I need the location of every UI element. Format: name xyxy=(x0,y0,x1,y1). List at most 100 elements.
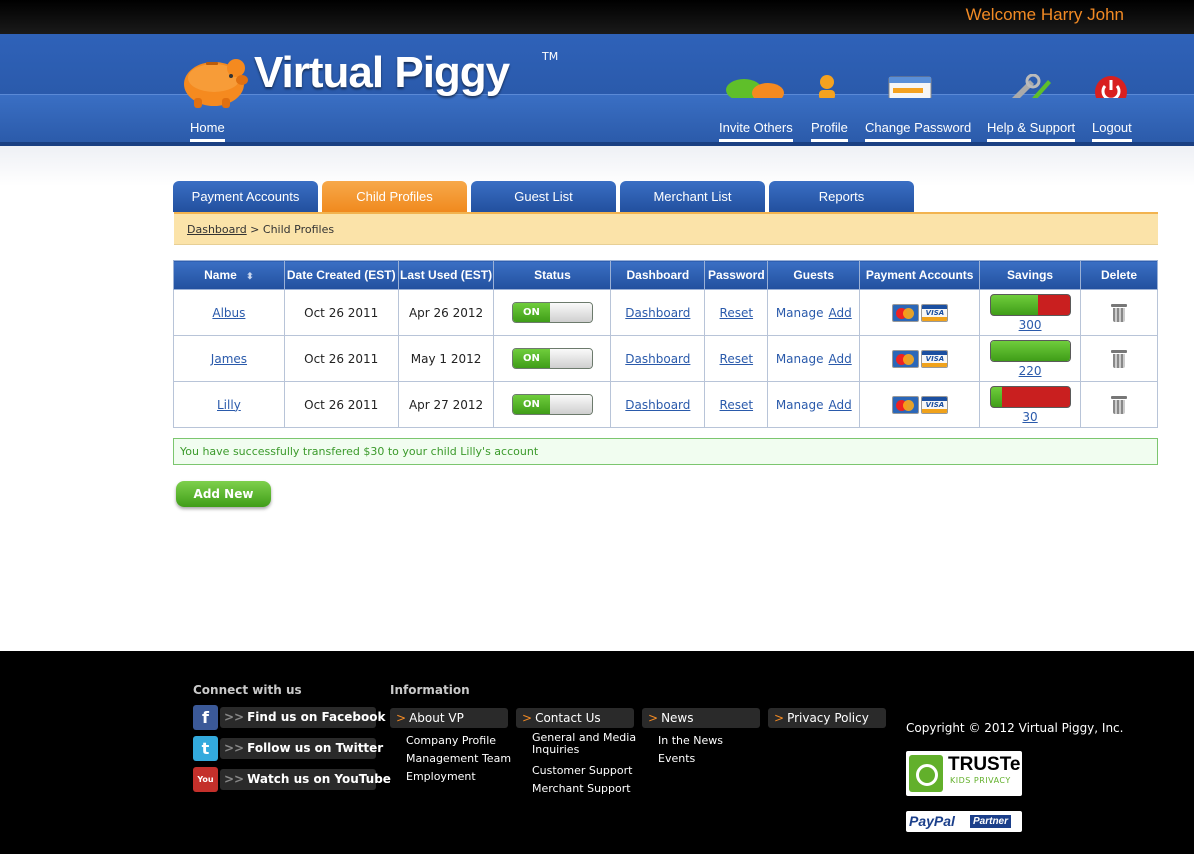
footer-info-heading[interactable]: > Privacy Policy xyxy=(768,708,886,728)
breadcrumb: Dashboard > Child Profiles xyxy=(174,212,1158,245)
child-name-link[interactable]: Lilly xyxy=(217,398,241,412)
facebook-icon[interactable]: f xyxy=(193,705,218,730)
header-dashboard: Dashboard xyxy=(610,260,706,290)
mastercard-icon[interactable] xyxy=(891,395,919,414)
footer-sublink[interactable]: Management Team xyxy=(406,750,511,768)
truste-badge[interactable]: TRUSTe KIDS PRIVACY xyxy=(906,751,1022,796)
social-link[interactable]: t >> Follow us on Twitter xyxy=(193,736,383,761)
footer-sublink[interactable]: General and Media Inquiries xyxy=(532,732,637,756)
tab-merchant-list[interactable]: Merchant List xyxy=(620,181,765,212)
social-link[interactable]: f >> Find us on Facebook xyxy=(193,705,385,730)
reset-password-link[interactable]: Reset xyxy=(720,306,754,320)
status-toggle[interactable]: ON xyxy=(511,302,593,323)
social-link-label[interactable]: >> Find us on Facebook xyxy=(220,707,385,728)
brand-name: Virtual Piggy xyxy=(254,48,510,97)
breadcrumb-current: Child Profiles xyxy=(262,223,335,236)
reset-password-link[interactable]: Reset xyxy=(720,352,754,366)
trash-icon[interactable] xyxy=(1111,349,1128,368)
savings-progress-bar xyxy=(989,293,1071,316)
add-new-button[interactable]: Add New xyxy=(176,481,271,507)
toggle-knob xyxy=(549,303,592,322)
social-link-label[interactable]: >> Watch us on YouTube xyxy=(220,769,391,790)
mastercard-icon[interactable] xyxy=(891,303,919,322)
breadcrumb-dashboard-link[interactable]: Dashboard xyxy=(187,223,247,236)
savings-cell: 300 xyxy=(979,289,1082,336)
visa-card-icon[interactable]: VISA xyxy=(920,303,948,322)
social-link-label[interactable]: >> Follow us on Twitter xyxy=(220,738,383,759)
last-used-cell: May 1 2012 xyxy=(397,335,495,382)
connect-heading: Connect with us xyxy=(193,683,302,697)
footer-info-heading[interactable]: > Contact Us xyxy=(516,708,634,728)
manage-guests-link[interactable]: Manage xyxy=(776,306,824,320)
footer-sublink[interactable]: Employment xyxy=(406,768,511,786)
delete-cell xyxy=(1080,381,1158,428)
password-card-icon[interactable] xyxy=(888,74,934,98)
child-name-link[interactable]: James xyxy=(211,352,247,366)
savings-amount-link[interactable]: 300 xyxy=(1019,318,1042,332)
virtual-piggy-logo[interactable]: Virtual Piggy TM xyxy=(176,44,576,114)
dashboard-link[interactable]: Dashboard xyxy=(625,352,690,366)
dashboard-link[interactable]: Dashboard xyxy=(625,306,690,320)
header-name[interactable]: Name ⬍ xyxy=(173,260,285,290)
nav-invite-others[interactable]: Invite Others xyxy=(719,120,793,142)
footer-sublink[interactable]: Merchant Support xyxy=(532,780,637,798)
tab-reports[interactable]: Reports xyxy=(769,181,914,212)
nav-profile[interactable]: Profile xyxy=(811,120,848,142)
youtube-icon[interactable]: You xyxy=(193,767,218,792)
date-created-cell: Oct 26 2011 xyxy=(283,335,399,382)
header-status: Status xyxy=(493,260,612,290)
savings-amount-link[interactable]: 220 xyxy=(1019,364,1042,378)
delete-cell xyxy=(1080,289,1158,336)
footer-sublink[interactable]: In the News xyxy=(658,732,723,750)
password-cell: Reset xyxy=(704,335,769,382)
nav-home[interactable]: Home xyxy=(190,120,225,142)
tab-payment-accounts[interactable]: Payment Accounts xyxy=(173,181,318,212)
child-profiles-table: Name ⬍ Date Created (EST) Last Used (EST… xyxy=(173,260,1158,428)
dashboard-cell: Dashboard xyxy=(610,289,706,336)
person-icon[interactable] xyxy=(816,74,838,98)
footer-sublink[interactable]: Company Profile xyxy=(406,732,511,750)
paypal-partner-badge[interactable]: PayPal Partner xyxy=(906,811,1022,832)
visa-card-icon[interactable]: VISA xyxy=(920,349,948,368)
nav-help-support[interactable]: Help & Support xyxy=(987,120,1076,142)
savings-amount-link[interactable]: 30 xyxy=(1022,410,1037,424)
twitter-icon[interactable]: t xyxy=(193,736,218,761)
chat-bubbles-icon[interactable] xyxy=(724,74,786,98)
add-guest-link[interactable]: Add xyxy=(828,352,851,366)
footer-sublink[interactable]: Events xyxy=(658,750,723,768)
footer-info-heading[interactable]: > News xyxy=(642,708,760,728)
tab-child-profiles[interactable]: Child Profiles xyxy=(322,181,467,212)
power-icon[interactable] xyxy=(1094,74,1128,98)
status-toggle[interactable]: ON xyxy=(511,348,593,369)
header-guests: Guests xyxy=(767,260,861,290)
status-cell: ON xyxy=(493,289,612,336)
tab-guest-list[interactable]: Guest List xyxy=(471,181,616,212)
nav-change-password[interactable]: Change Password xyxy=(865,120,972,142)
footer-sublink[interactable]: Customer Support xyxy=(532,762,637,780)
savings-cell: 220 xyxy=(979,335,1082,382)
visa-card-icon[interactable]: VISA xyxy=(920,395,948,414)
trash-icon[interactable] xyxy=(1111,395,1128,414)
piggy-bank-icon xyxy=(184,59,248,108)
sort-icon: ⬍ xyxy=(246,271,254,281)
add-guest-link[interactable]: Add xyxy=(828,306,851,320)
savings-progress-fill xyxy=(990,386,1003,407)
tools-icon[interactable] xyxy=(1008,74,1052,98)
reset-password-link[interactable]: Reset xyxy=(720,398,754,412)
mastercard-icon[interactable] xyxy=(891,349,919,368)
nav-logout[interactable]: Logout xyxy=(1092,120,1132,142)
status-toggle[interactable]: ON xyxy=(511,394,593,415)
add-guest-link[interactable]: Add xyxy=(828,398,851,412)
footer-info-heading[interactable]: > About VP xyxy=(390,708,508,728)
manage-guests-link[interactable]: Manage xyxy=(776,398,824,412)
footer-sublinks: In the News Events xyxy=(658,732,723,768)
header-payment-accounts: Payment Accounts xyxy=(859,260,981,290)
social-link[interactable]: You >> Watch us on YouTube xyxy=(193,767,391,792)
manage-guests-link[interactable]: Manage xyxy=(776,352,824,366)
status-cell: ON xyxy=(493,335,612,382)
dashboard-link[interactable]: Dashboard xyxy=(625,398,690,412)
child-name-link[interactable]: Albus xyxy=(212,306,245,320)
guests-cell: Manage Add xyxy=(767,381,861,428)
trash-icon[interactable] xyxy=(1111,303,1128,322)
truste-seal-icon xyxy=(909,755,943,792)
